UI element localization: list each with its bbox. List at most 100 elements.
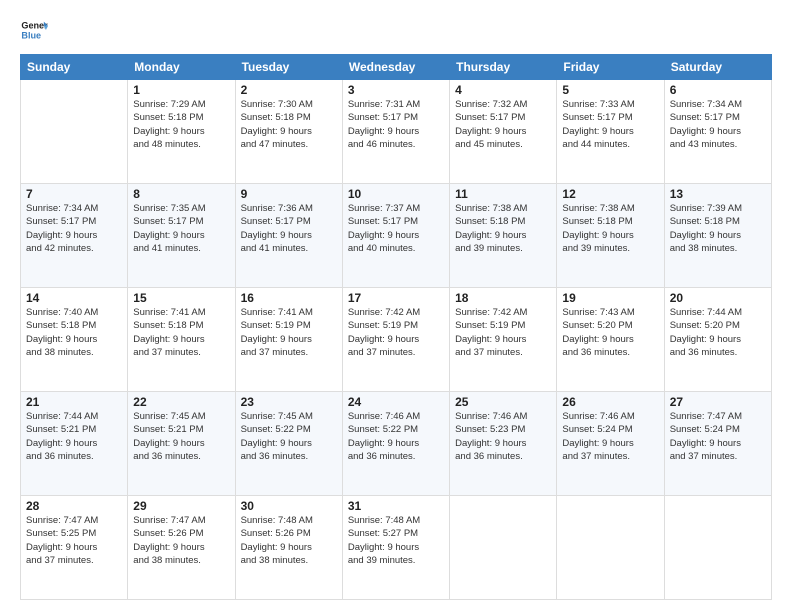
calendar-cell: [557, 496, 664, 600]
day-info: Sunrise: 7:41 AM Sunset: 5:19 PM Dayligh…: [241, 306, 337, 359]
calendar-cell: [450, 496, 557, 600]
day-info: Sunrise: 7:32 AM Sunset: 5:17 PM Dayligh…: [455, 98, 551, 151]
calendar-cell: [664, 496, 771, 600]
calendar-cell: 3Sunrise: 7:31 AM Sunset: 5:17 PM Daylig…: [342, 80, 449, 184]
day-info: Sunrise: 7:33 AM Sunset: 5:17 PM Dayligh…: [562, 98, 658, 151]
calendar-cell: 1Sunrise: 7:29 AM Sunset: 5:18 PM Daylig…: [128, 80, 235, 184]
calendar-cell: 27Sunrise: 7:47 AM Sunset: 5:24 PM Dayli…: [664, 392, 771, 496]
calendar-cell: 30Sunrise: 7:48 AM Sunset: 5:26 PM Dayli…: [235, 496, 342, 600]
day-number: 2: [241, 83, 337, 97]
column-header-thursday: Thursday: [450, 55, 557, 80]
calendar-cell: 11Sunrise: 7:38 AM Sunset: 5:18 PM Dayli…: [450, 184, 557, 288]
day-number: 12: [562, 187, 658, 201]
day-number: 18: [455, 291, 551, 305]
calendar-cell: 20Sunrise: 7:44 AM Sunset: 5:20 PM Dayli…: [664, 288, 771, 392]
day-number: 13: [670, 187, 766, 201]
day-info: Sunrise: 7:46 AM Sunset: 5:23 PM Dayligh…: [455, 410, 551, 463]
day-number: 17: [348, 291, 444, 305]
calendar-cell: 8Sunrise: 7:35 AM Sunset: 5:17 PM Daylig…: [128, 184, 235, 288]
calendar-header: SundayMondayTuesdayWednesdayThursdayFrid…: [21, 55, 772, 80]
calendar-cell: 5Sunrise: 7:33 AM Sunset: 5:17 PM Daylig…: [557, 80, 664, 184]
day-info: Sunrise: 7:40 AM Sunset: 5:18 PM Dayligh…: [26, 306, 122, 359]
day-info: Sunrise: 7:43 AM Sunset: 5:20 PM Dayligh…: [562, 306, 658, 359]
calendar-table: SundayMondayTuesdayWednesdayThursdayFrid…: [20, 54, 772, 600]
week-row-3: 14Sunrise: 7:40 AM Sunset: 5:18 PM Dayli…: [21, 288, 772, 392]
calendar-body: 1Sunrise: 7:29 AM Sunset: 5:18 PM Daylig…: [21, 80, 772, 600]
day-info: Sunrise: 7:45 AM Sunset: 5:22 PM Dayligh…: [241, 410, 337, 463]
day-number: 31: [348, 499, 444, 513]
week-row-1: 1Sunrise: 7:29 AM Sunset: 5:18 PM Daylig…: [21, 80, 772, 184]
day-info: Sunrise: 7:47 AM Sunset: 5:25 PM Dayligh…: [26, 514, 122, 567]
day-info: Sunrise: 7:48 AM Sunset: 5:27 PM Dayligh…: [348, 514, 444, 567]
day-number: 20: [670, 291, 766, 305]
day-number: 28: [26, 499, 122, 513]
day-info: Sunrise: 7:36 AM Sunset: 5:17 PM Dayligh…: [241, 202, 337, 255]
week-row-2: 7Sunrise: 7:34 AM Sunset: 5:17 PM Daylig…: [21, 184, 772, 288]
column-header-sunday: Sunday: [21, 55, 128, 80]
calendar-cell: 16Sunrise: 7:41 AM Sunset: 5:19 PM Dayli…: [235, 288, 342, 392]
day-info: Sunrise: 7:47 AM Sunset: 5:24 PM Dayligh…: [670, 410, 766, 463]
calendar-cell: 6Sunrise: 7:34 AM Sunset: 5:17 PM Daylig…: [664, 80, 771, 184]
calendar-cell: 22Sunrise: 7:45 AM Sunset: 5:21 PM Dayli…: [128, 392, 235, 496]
day-number: 3: [348, 83, 444, 97]
calendar-cell: 31Sunrise: 7:48 AM Sunset: 5:27 PM Dayli…: [342, 496, 449, 600]
calendar-cell: 2Sunrise: 7:30 AM Sunset: 5:18 PM Daylig…: [235, 80, 342, 184]
day-info: Sunrise: 7:44 AM Sunset: 5:20 PM Dayligh…: [670, 306, 766, 359]
day-number: 7: [26, 187, 122, 201]
day-info: Sunrise: 7:31 AM Sunset: 5:17 PM Dayligh…: [348, 98, 444, 151]
calendar-cell: 9Sunrise: 7:36 AM Sunset: 5:17 PM Daylig…: [235, 184, 342, 288]
calendar-cell: 14Sunrise: 7:40 AM Sunset: 5:18 PM Dayli…: [21, 288, 128, 392]
logo: General Blue: [20, 16, 48, 44]
day-info: Sunrise: 7:34 AM Sunset: 5:17 PM Dayligh…: [670, 98, 766, 151]
column-header-monday: Monday: [128, 55, 235, 80]
day-number: 19: [562, 291, 658, 305]
day-number: 11: [455, 187, 551, 201]
svg-text:Blue: Blue: [21, 30, 41, 40]
day-info: Sunrise: 7:46 AM Sunset: 5:24 PM Dayligh…: [562, 410, 658, 463]
day-info: Sunrise: 7:42 AM Sunset: 5:19 PM Dayligh…: [455, 306, 551, 359]
day-number: 14: [26, 291, 122, 305]
day-number: 16: [241, 291, 337, 305]
day-info: Sunrise: 7:29 AM Sunset: 5:18 PM Dayligh…: [133, 98, 229, 151]
calendar-cell: 23Sunrise: 7:45 AM Sunset: 5:22 PM Dayli…: [235, 392, 342, 496]
day-number: 22: [133, 395, 229, 409]
calendar-cell: 17Sunrise: 7:42 AM Sunset: 5:19 PM Dayli…: [342, 288, 449, 392]
calendar-cell: 28Sunrise: 7:47 AM Sunset: 5:25 PM Dayli…: [21, 496, 128, 600]
day-info: Sunrise: 7:35 AM Sunset: 5:17 PM Dayligh…: [133, 202, 229, 255]
calendar-cell: [21, 80, 128, 184]
day-info: Sunrise: 7:37 AM Sunset: 5:17 PM Dayligh…: [348, 202, 444, 255]
day-number: 9: [241, 187, 337, 201]
day-number: 15: [133, 291, 229, 305]
day-info: Sunrise: 7:38 AM Sunset: 5:18 PM Dayligh…: [562, 202, 658, 255]
calendar-cell: 29Sunrise: 7:47 AM Sunset: 5:26 PM Dayli…: [128, 496, 235, 600]
day-number: 5: [562, 83, 658, 97]
day-info: Sunrise: 7:38 AM Sunset: 5:18 PM Dayligh…: [455, 202, 551, 255]
calendar-cell: 19Sunrise: 7:43 AM Sunset: 5:20 PM Dayli…: [557, 288, 664, 392]
day-number: 8: [133, 187, 229, 201]
calendar-cell: 12Sunrise: 7:38 AM Sunset: 5:18 PM Dayli…: [557, 184, 664, 288]
day-info: Sunrise: 7:47 AM Sunset: 5:26 PM Dayligh…: [133, 514, 229, 567]
week-row-4: 21Sunrise: 7:44 AM Sunset: 5:21 PM Dayli…: [21, 392, 772, 496]
day-number: 10: [348, 187, 444, 201]
day-number: 29: [133, 499, 229, 513]
day-number: 1: [133, 83, 229, 97]
calendar-cell: 4Sunrise: 7:32 AM Sunset: 5:17 PM Daylig…: [450, 80, 557, 184]
day-number: 23: [241, 395, 337, 409]
calendar-cell: 7Sunrise: 7:34 AM Sunset: 5:17 PM Daylig…: [21, 184, 128, 288]
day-number: 26: [562, 395, 658, 409]
day-info: Sunrise: 7:42 AM Sunset: 5:19 PM Dayligh…: [348, 306, 444, 359]
calendar-cell: 24Sunrise: 7:46 AM Sunset: 5:22 PM Dayli…: [342, 392, 449, 496]
page: General Blue SundayMondayTuesdayWednesda…: [0, 0, 792, 612]
day-info: Sunrise: 7:41 AM Sunset: 5:18 PM Dayligh…: [133, 306, 229, 359]
header-row: SundayMondayTuesdayWednesdayThursdayFrid…: [21, 55, 772, 80]
column-header-tuesday: Tuesday: [235, 55, 342, 80]
day-info: Sunrise: 7:34 AM Sunset: 5:17 PM Dayligh…: [26, 202, 122, 255]
day-info: Sunrise: 7:39 AM Sunset: 5:18 PM Dayligh…: [670, 202, 766, 255]
header: General Blue: [20, 16, 772, 44]
day-info: Sunrise: 7:48 AM Sunset: 5:26 PM Dayligh…: [241, 514, 337, 567]
calendar-cell: 26Sunrise: 7:46 AM Sunset: 5:24 PM Dayli…: [557, 392, 664, 496]
day-number: 24: [348, 395, 444, 409]
calendar-cell: 21Sunrise: 7:44 AM Sunset: 5:21 PM Dayli…: [21, 392, 128, 496]
calendar-cell: 15Sunrise: 7:41 AM Sunset: 5:18 PM Dayli…: [128, 288, 235, 392]
day-info: Sunrise: 7:45 AM Sunset: 5:21 PM Dayligh…: [133, 410, 229, 463]
